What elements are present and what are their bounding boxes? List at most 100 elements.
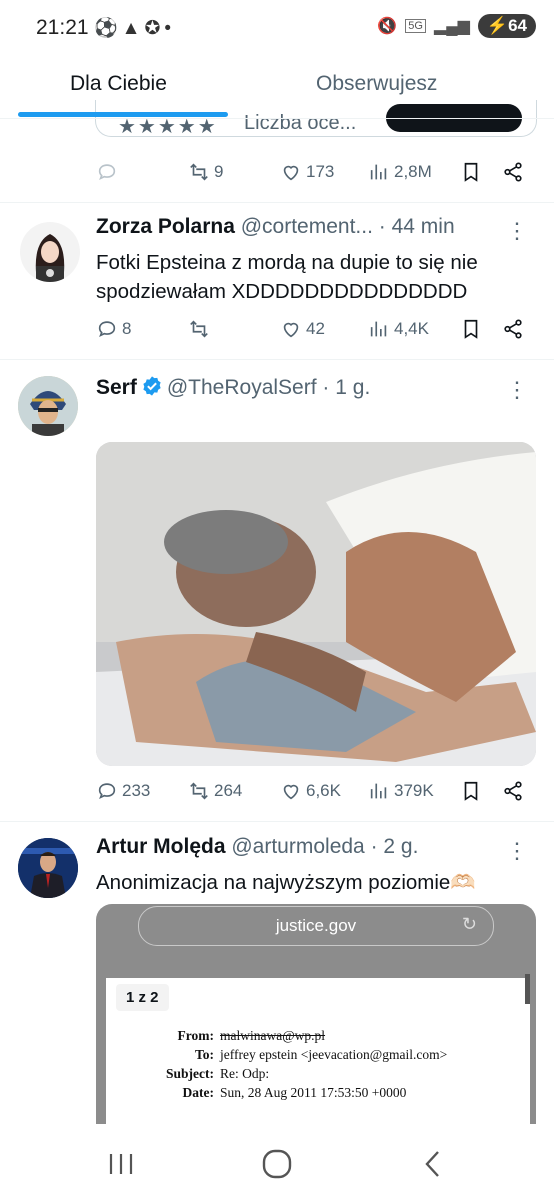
share-button[interactable]: [502, 318, 524, 340]
star-badge-icon: ✪: [144, 18, 165, 39]
views-button[interactable]: 4,4K: [368, 318, 429, 340]
views-icon: [370, 321, 387, 337]
to-label: To:: [194, 1047, 214, 1062]
heart-icon: [283, 165, 299, 181]
bookmark-button[interactable]: [460, 161, 482, 183]
author-name[interactable]: Serf: [96, 376, 137, 399]
from-value: malwinawa@wp.pl: [220, 1028, 326, 1043]
browser-url: justice.gov: [275, 916, 357, 935]
retweet-count: 9: [214, 162, 224, 181]
reply-icon: [98, 164, 116, 181]
avatar[interactable]: [20, 222, 80, 282]
back-icon[interactable]: [420, 1149, 446, 1179]
tweet-screenshot-photo[interactable]: justice.gov ↻ 1 z 2 From: malwinawa@wp.pl…: [96, 904, 536, 1124]
notification-icons: ⚽▲✪•: [94, 16, 175, 40]
views-count: 2,8M: [394, 162, 432, 181]
active-tab-indicator: [18, 112, 228, 117]
heart-icon: [283, 784, 299, 800]
reply-icon: [98, 321, 116, 338]
dot-icon: •: [164, 18, 176, 39]
date-value: Sun, 28 Aug 2011 17:53:50 +0000: [220, 1085, 407, 1100]
views-button[interactable]: 2,8M: [368, 161, 432, 183]
status-time: 21:21: [36, 16, 89, 39]
tweet-actions: 8 42 4,4K: [96, 318, 536, 348]
tweet-time[interactable]: · 44 min: [379, 215, 455, 238]
subject-label: Subject:: [166, 1066, 214, 1081]
tweet-header: Artur Molęda @arturmoleda · 2 g.: [96, 835, 418, 859]
reply-button[interactable]: [96, 161, 122, 183]
bookmark-icon: [464, 319, 478, 339]
share-button[interactable]: [502, 161, 524, 183]
author-handle[interactable]: @cortement...: [241, 215, 373, 238]
tweet-header: Zorza Polarna @cortement... · 44 min: [96, 215, 455, 239]
date-label: Date:: [182, 1085, 214, 1100]
share-icon: [504, 162, 522, 182]
retweet-button[interactable]: 9: [188, 161, 223, 183]
author-name[interactable]: Artur Molęda: [96, 835, 226, 858]
avatar[interactable]: [18, 376, 78, 436]
tweet-actions: 9 173 2,8M: [96, 161, 536, 191]
battery-level: 64: [508, 16, 527, 35]
like-count: 6,6K: [306, 781, 341, 800]
like-button[interactable]: 6,6K: [280, 780, 341, 802]
bookmark-icon: [464, 162, 478, 182]
share-button[interactable]: [502, 780, 524, 802]
views-icon: [370, 164, 387, 180]
like-count: 42: [306, 319, 325, 338]
tab-following[interactable]: Obserwujesz: [316, 72, 437, 96]
like-count: 173: [306, 162, 335, 181]
author-handle[interactable]: @arturmoleda: [231, 835, 364, 858]
recent-apps-icon[interactable]: [106, 1150, 136, 1178]
bookmark-button[interactable]: [460, 780, 482, 802]
avatar[interactable]: [18, 838, 78, 898]
like-button[interactable]: 173: [280, 161, 334, 183]
more-options-icon[interactable]: ⋮: [506, 218, 528, 244]
retweet-button[interactable]: 264: [188, 780, 242, 802]
tweet-text: Anonimizacja na najwyższym poziomie🫶🏻: [96, 871, 476, 894]
home-icon[interactable]: [261, 1148, 293, 1180]
reload-icon: ↻: [461, 914, 477, 934]
verified-badge-icon: [143, 376, 161, 396]
photo-image: [96, 442, 536, 766]
tweet-header: Serf @TheRoyalSerf · 1 g.: [96, 375, 370, 400]
battery-indicator: ⚡64: [477, 14, 536, 38]
heart-icon: [283, 322, 299, 338]
page-badge: 1 z 2: [116, 984, 169, 1011]
reply-count: 233: [122, 781, 151, 800]
retweet-button[interactable]: [188, 318, 214, 340]
to-value: jeffrey epstein <jeevacation@gmail.com>: [220, 1047, 448, 1062]
tab-for-you[interactable]: Dla Ciebie: [70, 72, 167, 96]
more-options-icon[interactable]: ⋮: [506, 377, 528, 403]
bookmark-icon: [464, 781, 478, 801]
tweet-divider: [0, 202, 554, 203]
rating-count-text: Liczba oce...: [244, 112, 357, 134]
network-label: 5G: [405, 19, 426, 33]
reply-icon: [98, 783, 116, 800]
from-label: From:: [177, 1028, 215, 1043]
signal-icon: ▂▄▆: [433, 18, 470, 35]
retweet-icon: [190, 782, 208, 800]
views-count: 4,4K: [394, 319, 429, 338]
tweet-photo[interactable]: [96, 442, 536, 766]
author-handle[interactable]: @TheRoyalSerf: [167, 376, 317, 399]
share-icon: [504, 319, 522, 339]
retweet-count: 264: [214, 781, 243, 800]
tweet-time[interactable]: · 2 g.: [371, 835, 419, 858]
reply-button[interactable]: 8: [96, 318, 131, 340]
email-document: 1 z 2 From: malwinawa@wp.pl To: jeffrey ep…: [106, 974, 530, 1124]
more-options-icon[interactable]: ⋮: [506, 838, 528, 864]
views-button[interactable]: 379K: [368, 780, 434, 802]
retweet-icon: [190, 320, 208, 338]
avatar-image: [18, 376, 78, 436]
reply-button[interactable]: 233: [96, 780, 150, 802]
avatar-image: [35, 234, 65, 282]
bookmark-button[interactable]: [460, 318, 482, 340]
tweet-text: Fotki Epsteina z mordą na dupie to się n…: [96, 251, 478, 303]
author-name[interactable]: Zorza Polarna: [96, 215, 235, 238]
avatar-image: [18, 838, 78, 898]
scrollbar[interactable]: [525, 974, 530, 1004]
football-icon: ⚽: [94, 18, 122, 39]
like-button[interactable]: 42: [280, 318, 325, 340]
tweet-time[interactable]: · 1 g.: [322, 376, 370, 399]
tweet-divider: [0, 359, 554, 360]
